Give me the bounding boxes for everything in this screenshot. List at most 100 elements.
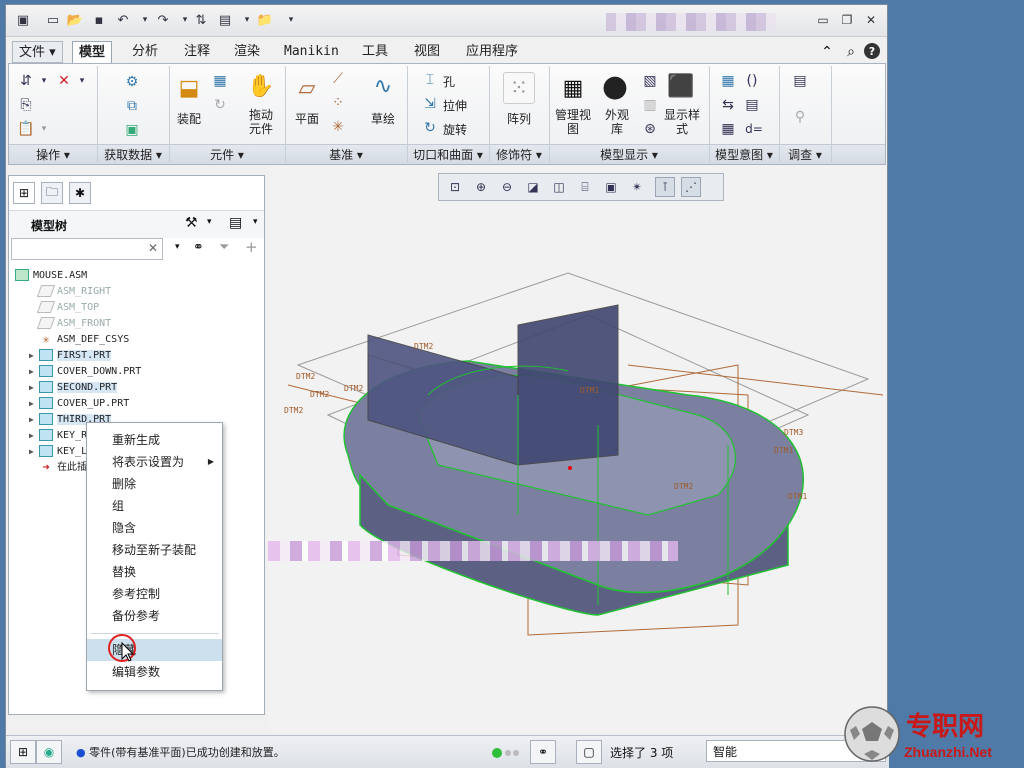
menu-item-delete[interactable]: 删除	[87, 473, 222, 495]
tree-row[interactable]: ▶ COVER_DOWN.PRT	[29, 364, 141, 380]
pattern-button[interactable]: 阵列	[499, 112, 539, 126]
tab-folder-browser[interactable]: 🗀	[41, 182, 63, 204]
expand-arrow-icon[interactable]: ▶	[29, 396, 39, 412]
regenerate-small-icon[interactable]: ⇵	[17, 72, 35, 90]
tree-row[interactable]: ▶ KEY_R	[29, 428, 87, 444]
tree-settings-dropdown-icon[interactable]: ▾	[207, 217, 212, 227]
tab-annotate[interactable]: 注释	[178, 41, 216, 63]
tab-analysis[interactable]: 分析	[126, 41, 164, 63]
tab-manikin[interactable]: Manikin	[278, 41, 345, 63]
undo-icon[interactable]: ↶	[114, 11, 132, 29]
repaint-icon[interactable]: ◪	[523, 177, 543, 197]
zoom-out-icon[interactable]: ⊖	[497, 177, 517, 197]
saved-orientations-icon[interactable]: ⌸	[575, 177, 595, 197]
tree-row[interactable]: ✳ ASM_DEF_CSYS	[29, 332, 129, 348]
tab-render[interactable]: 渲染	[228, 41, 266, 63]
folder-icon[interactable]: 📁	[256, 11, 274, 29]
menu-item-move-to-subassembly[interactable]: 移动至新子装配	[87, 539, 222, 561]
add-icon[interactable]: +	[245, 238, 258, 256]
expand-arrow-icon[interactable]: ▶	[29, 380, 39, 396]
repeat-icon[interactable]: ↻	[211, 96, 229, 114]
expand-arrow-icon[interactable]: ▶	[29, 412, 39, 428]
switch-dimensions-icon[interactable]: ⇆	[719, 96, 737, 114]
datum-display-icon[interactable]: ✴	[627, 177, 647, 197]
expand-arrow-icon[interactable]: ▶	[29, 364, 39, 380]
group-component[interactable]: 元件 ▾	[169, 146, 285, 164]
close-icon[interactable]: ✕	[862, 11, 880, 29]
refit-icon[interactable]: ⊡	[445, 177, 465, 197]
relations-icon[interactable]: d=	[743, 120, 765, 138]
section-icon[interactable]: ▧	[641, 72, 659, 90]
parameters-icon[interactable]: ()	[743, 72, 761, 90]
tab-view[interactable]: 视图	[408, 41, 446, 63]
group-cut-surface[interactable]: 切口和曲面 ▾	[407, 146, 489, 164]
tab-file[interactable]: 文件 ▾	[12, 41, 63, 63]
show-options-dropdown-icon[interactable]: ▾	[253, 217, 258, 227]
help-icon[interactable]: ?	[864, 43, 880, 59]
manage-views-button[interactable]: 管理视 图	[551, 108, 595, 136]
display-style-small-icon[interactable]: ◫	[549, 177, 569, 197]
tree-row[interactable]: ▶ SECOND.PRT	[29, 380, 118, 396]
assemble-icon[interactable]: ⬓	[173, 72, 205, 104]
display-style-button[interactable]: 显示样 式	[659, 108, 705, 136]
table-icon[interactable]: ▦	[719, 120, 737, 138]
graphics-area[interactable]: DTM2 DTM2 DTM2 DTM2 DTM2 DTM1 DTM3 DTM1 …	[268, 165, 886, 731]
tree-settings-icon[interactable]: ⚒	[185, 215, 198, 231]
tree-row[interactable]: MOUSE.ASM	[15, 268, 87, 284]
redo-icon[interactable]: ↷	[154, 11, 172, 29]
expand-arrow-icon[interactable]: ▶	[29, 428, 39, 444]
undo-dropdown-icon[interactable]: ▾	[136, 11, 154, 29]
view-manager-icon[interactable]: ▣	[601, 177, 621, 197]
restore-icon[interactable]: ❐	[838, 11, 856, 29]
tab-applications[interactable]: 应用程序	[460, 41, 524, 63]
tree-row[interactable]: ▶ KEY_L	[29, 444, 87, 460]
extrude-icon[interactable]: ⇲	[421, 96, 439, 112]
spin-center-icon[interactable]: ⊺	[655, 177, 675, 197]
create-component-icon[interactable]: ▦	[211, 72, 229, 90]
point-icon[interactable]: ⁘	[329, 94, 347, 112]
filter-icon[interactable]: ⏷	[219, 240, 229, 255]
clear-search-icon[interactable]: ✕	[148, 241, 158, 255]
bill-of-materials-icon[interactable]: ▤	[743, 96, 761, 114]
datum-plane-right[interactable]	[517, 304, 619, 466]
model-view[interactable]: DTM2 DTM2 DTM2 DTM2 DTM2 DTM1 DTM3 DTM1 …	[268, 165, 886, 731]
hole-button[interactable]: 孔	[443, 73, 455, 90]
perspective-icon[interactable]: ⊛	[641, 120, 659, 138]
extrude-button[interactable]: 拉伸	[443, 97, 467, 114]
find-status-icon[interactable]: ⚭	[530, 740, 556, 764]
tree-row[interactable]: ASM_FRONT	[29, 316, 111, 332]
revolve-icon[interactable]: ↻	[421, 120, 439, 136]
user-defined-feature-icon[interactable]: ⚙	[121, 72, 143, 92]
copy-icon[interactable]: ⎘	[17, 96, 35, 114]
delete-dropdown-icon[interactable]: ▾	[77, 72, 87, 90]
menu-item-suppress[interactable]: 隐含	[87, 517, 222, 539]
search-dropdown-icon[interactable]: ▾	[175, 242, 180, 252]
collapse-ribbon-icon[interactable]: ⌃	[818, 43, 836, 61]
revolve-button[interactable]: 旋转	[443, 121, 467, 138]
tab-tools[interactable]: 工具	[356, 41, 394, 63]
tree-row[interactable]: ▶ FIRST.PRT	[29, 348, 112, 364]
global-reference-icon[interactable]: ⚲	[791, 108, 809, 126]
menu-item-regenerate[interactable]: 重新生成	[87, 429, 222, 451]
group-model-intent[interactable]: 模型意图 ▾	[709, 146, 779, 164]
menu-item-reference-control[interactable]: 参考控制	[87, 583, 222, 605]
expand-arrow-icon[interactable]: ▶	[29, 348, 39, 364]
sketch-button[interactable]: 草绘	[363, 112, 403, 126]
paste-dropdown-icon[interactable]: ▾	[39, 120, 49, 138]
group-investigate[interactable]: 调查 ▾	[779, 146, 831, 164]
zoom-in-icon[interactable]: ⊕	[471, 177, 491, 197]
save-icon[interactable]: ▪	[90, 11, 108, 29]
tab-model[interactable]: 模型	[72, 41, 113, 65]
expand-arrow-icon[interactable]: ▶	[29, 444, 39, 460]
family-table-icon[interactable]: ▦	[719, 72, 737, 90]
menu-item-backup-references[interactable]: 备份参考	[87, 605, 222, 627]
menu-item-group[interactable]: 组	[87, 495, 222, 517]
tree-search-input[interactable]: ✕	[11, 238, 163, 260]
open-icon[interactable]: 📂	[66, 11, 84, 29]
group-datum[interactable]: 基准 ▾	[285, 146, 407, 164]
axis-icon[interactable]: ⟋	[329, 70, 347, 88]
tab-model-tree[interactable]: ⊞	[13, 182, 35, 204]
group-modifiers[interactable]: 修饰符 ▾	[489, 146, 549, 164]
tree-row[interactable]: ASM_TOP	[29, 300, 99, 316]
show-options-icon[interactable]: ▤	[229, 215, 242, 231]
